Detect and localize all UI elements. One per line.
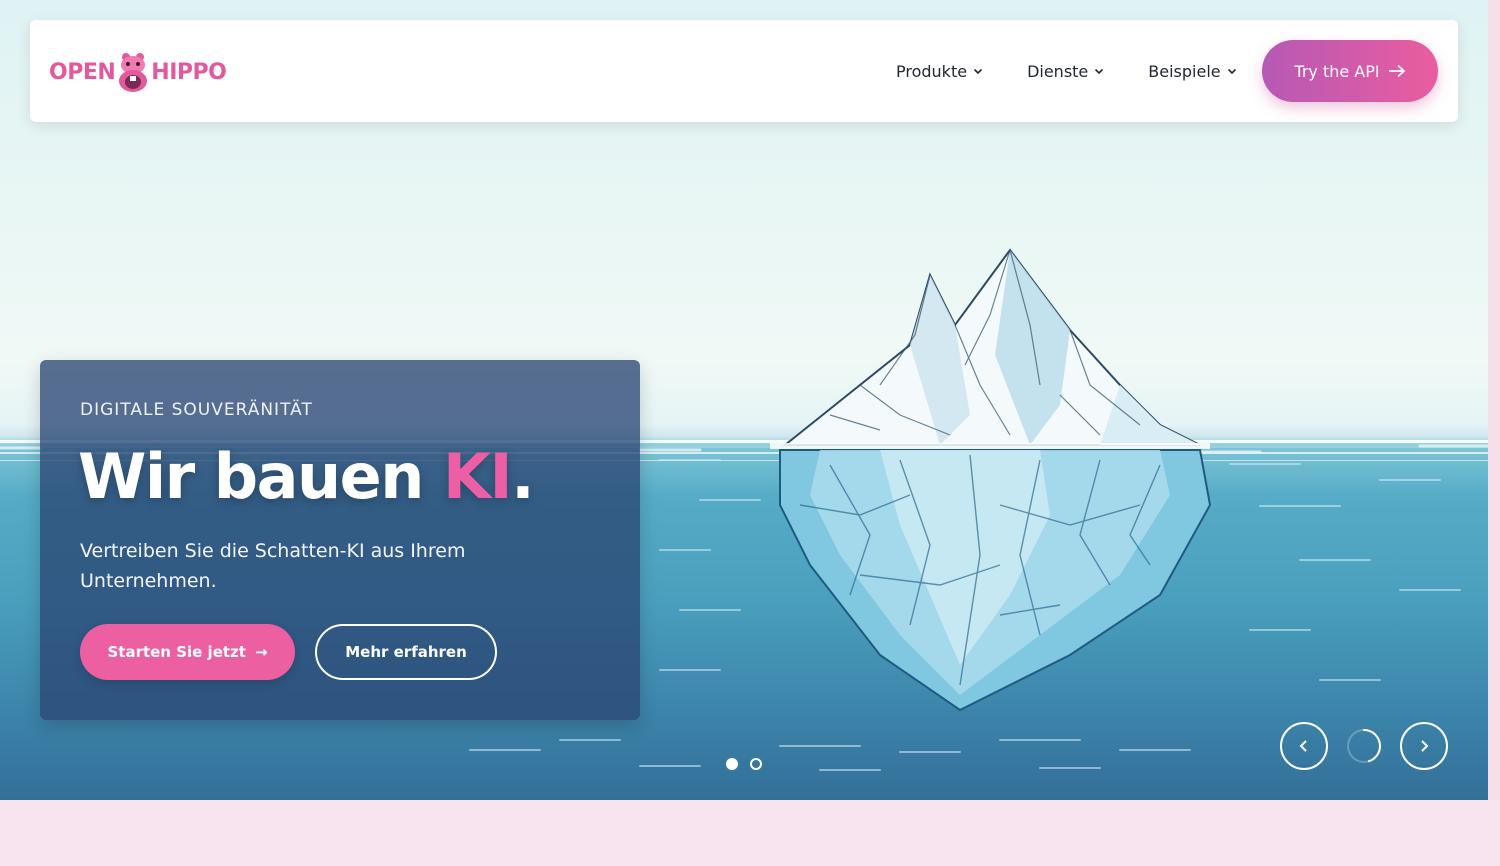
- slider-prev-button[interactable]: [1280, 722, 1328, 770]
- chevron-down-icon: [1227, 68, 1236, 75]
- slide-dot-2[interactable]: [750, 758, 762, 770]
- iceberg-illustration: [770, 248, 1212, 712]
- nav-item-label: Dienste: [1027, 61, 1089, 81]
- nav-item-label: Produkte: [896, 61, 968, 81]
- top-navbar: OPEN HIPPO Produkte Dienste Beispiele Tr…: [30, 20, 1458, 122]
- nav-item-produkte[interactable]: Produkte: [896, 62, 983, 81]
- arrow-right-icon: [1388, 64, 1405, 78]
- try-api-button[interactable]: Try the API: [1262, 40, 1438, 102]
- chevron-down-icon: [1095, 68, 1104, 75]
- hero-subline: Vertreiben Sie die Schatten-KI aus Ihrem…: [80, 540, 466, 592]
- page-scrollbar[interactable]: [1488, 0, 1500, 800]
- arrow-right-icon: →: [254, 643, 268, 661]
- logo-text-right: HIPPO: [151, 59, 227, 85]
- learn-more-button[interactable]: Mehr erfahren: [315, 624, 497, 680]
- headline-accent: KI: [442, 440, 513, 513]
- nav-item-beispiele[interactable]: Beispiele: [1148, 62, 1236, 81]
- start-now-button[interactable]: Starten Sie jetzt →: [80, 624, 295, 680]
- start-now-label: Starten Sie jetzt: [107, 643, 246, 661]
- chevron-right-icon: [1421, 740, 1429, 752]
- learn-more-label: Mehr erfahren: [345, 643, 467, 661]
- logo-text-left: OPEN: [49, 59, 116, 85]
- slide-dot-1[interactable]: [726, 758, 738, 770]
- main-navigation: Produkte Dienste Beispiele: [896, 20, 1281, 122]
- headline-end: .: [511, 440, 535, 513]
- slider-next-button[interactable]: [1400, 722, 1448, 770]
- hero-headline: Wir bauen KI.: [78, 440, 535, 513]
- hippo-mascot-icon: [119, 53, 148, 92]
- headline-main: Wir bauen: [78, 440, 443, 513]
- nav-item-dienste[interactable]: Dienste: [1027, 62, 1104, 81]
- chevron-down-icon: [973, 68, 983, 75]
- chevron-left-icon: [1299, 740, 1307, 752]
- hero-eyebrow: DIGITALE SOUVERÄNITÄT: [80, 400, 313, 420]
- brand-logo[interactable]: OPEN HIPPO: [49, 50, 227, 94]
- try-api-label: Try the API: [1294, 61, 1380, 81]
- autoplay-progress-ring[interactable]: [1340, 722, 1388, 770]
- hero-card: DIGITALE SOUVERÄNITÄT Wir bauen KI. Vert…: [40, 360, 640, 720]
- nav-item-label: Beispiele: [1148, 61, 1221, 81]
